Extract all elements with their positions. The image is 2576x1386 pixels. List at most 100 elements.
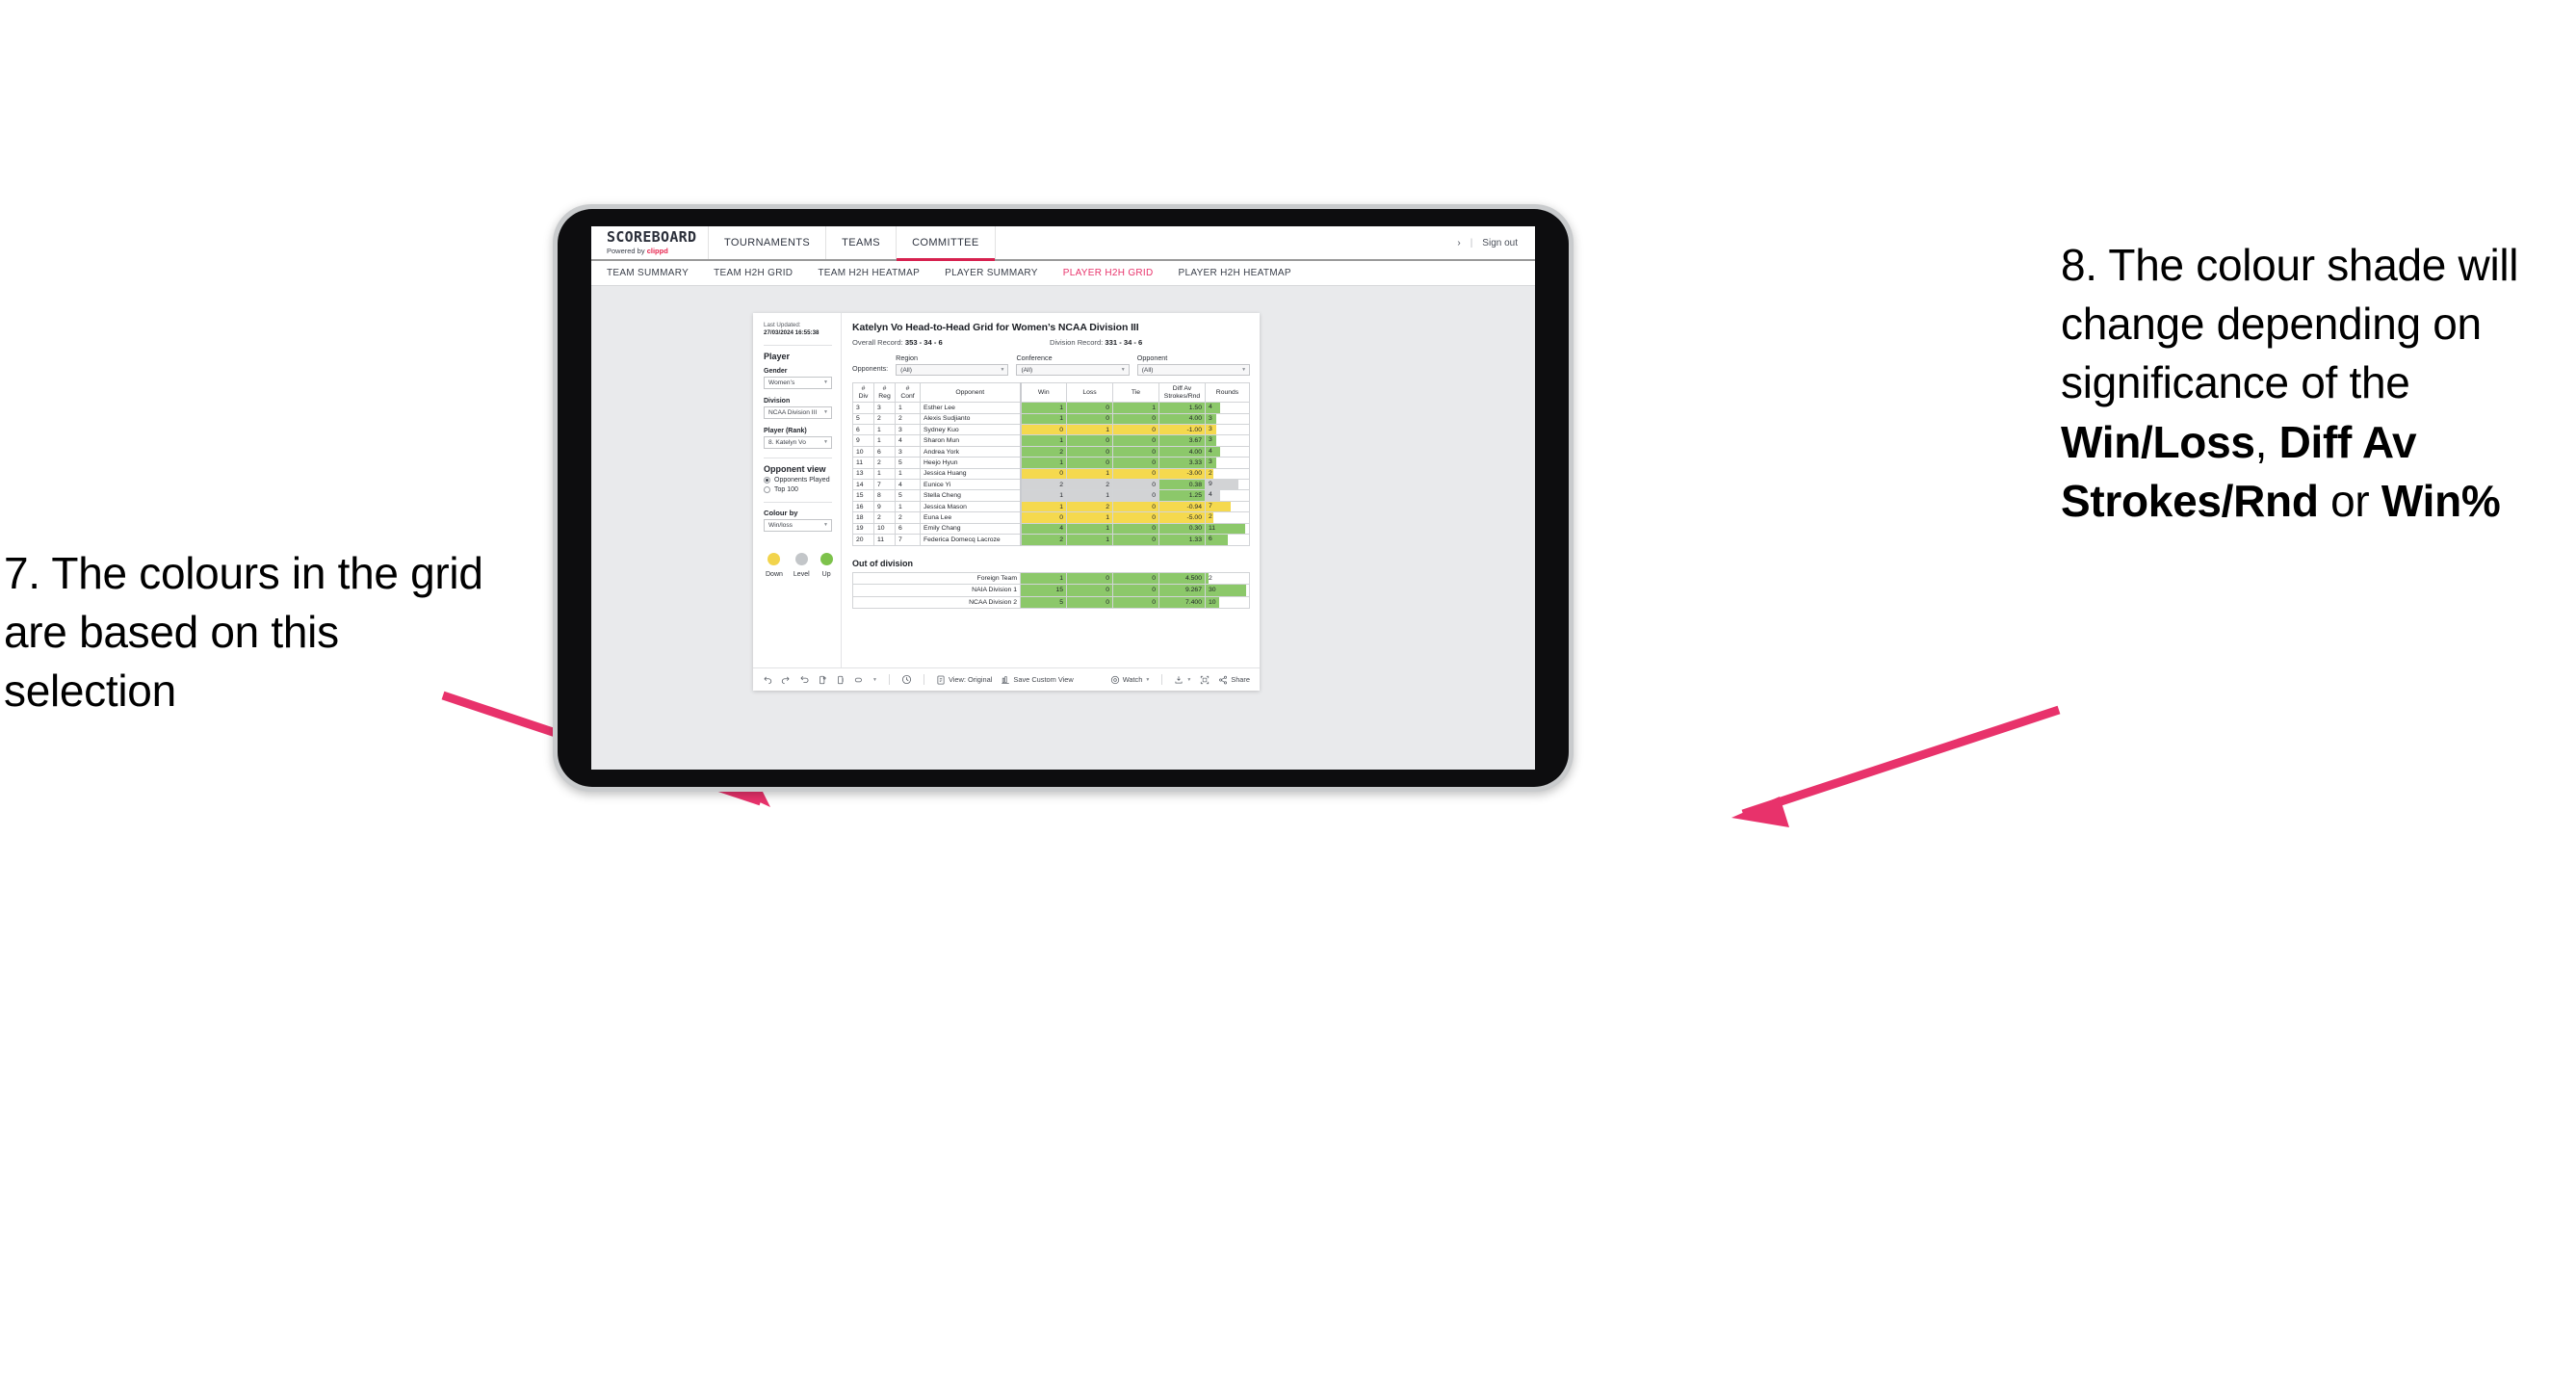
radio-top-100[interactable]: Top 100 — [764, 485, 832, 493]
last-updated-value: 27/03/2024 16:55:38 — [764, 329, 820, 337]
filters-panel: Last Updated: 27/03/2024 16:55:38 Player… — [753, 313, 842, 667]
cell-rounds: 3 — [1205, 434, 1250, 447]
tab-player-h2h-grid[interactable]: PLAYER H2H GRID — [1063, 268, 1154, 278]
cell-tie: 0 — [1112, 595, 1159, 610]
undo-icon[interactable] — [763, 675, 772, 685]
cell-conf: 3 — [895, 445, 921, 458]
cell-opponent: Andrea York — [920, 445, 1021, 458]
cell-rounds: 9 — [1205, 479, 1250, 491]
cell-div: 13 — [852, 467, 874, 481]
table-row[interactable]: 11 2 5 Heejo Hyun 1 0 0 3.33 3 — [852, 457, 1250, 469]
last-updated-block: Last Updated: 27/03/2024 16:55:38 — [764, 322, 832, 338]
share-button[interactable]: Share — [1218, 675, 1250, 685]
cell-conf: 3 — [895, 424, 921, 436]
legend-dot-up — [820, 552, 833, 565]
workbook-toolbar: ▼ View: Original Save Custom View Watch … — [753, 667, 1260, 691]
tab-player-summary[interactable]: PLAYER SUMMARY — [945, 268, 1038, 278]
cell-win: 1 — [1019, 402, 1067, 414]
topnav-item-teams[interactable]: TEAMS — [826, 226, 898, 259]
conference-label: Conference — [1016, 353, 1053, 362]
out-of-division-row[interactable]: Foreign Team 1 0 0 4.500 2 — [852, 571, 1250, 586]
region-select[interactable]: (All) ▼ — [896, 364, 1009, 376]
history-icon[interactable] — [901, 674, 912, 685]
tab-team-summary[interactable]: TEAM SUMMARY — [607, 268, 689, 278]
cell-loss: 1 — [1066, 467, 1113, 481]
watch-button[interactable]: Watch ▼ — [1110, 675, 1150, 685]
annotation-left-text: 7. The colours in the grid are based on … — [4, 548, 483, 717]
redo-icon[interactable] — [781, 675, 791, 685]
app-top-navigation: SCOREBOARD Powered by clippd TOURNAMENTS… — [591, 226, 1535, 261]
gender-label: Gender — [764, 367, 788, 375]
cell-win: 4 — [1019, 522, 1067, 536]
save-custom-view-label: Save Custom View — [1013, 675, 1074, 684]
highlight-icon[interactable] — [854, 675, 864, 685]
player-rank-filter-group: Player (Rank) 8. Katelyn Vo ▼ — [764, 428, 832, 449]
table-row[interactable]: 10 6 3 Andrea York 2 0 0 4.00 4 — [852, 445, 1250, 458]
table-row[interactable]: 20 11 7 Federica Domecq Lacroze 2 1 0 1.33 6 — [852, 534, 1250, 546]
gender-select[interactable]: Women’s ▼ — [764, 376, 832, 389]
conference-select[interactable]: (All) ▼ — [1016, 364, 1130, 376]
cell-diff: 3.67 — [1158, 434, 1206, 447]
cell-rounds: 2 — [1205, 467, 1250, 481]
legend-label-level: Level — [793, 570, 810, 578]
view-original-button[interactable]: View: Original — [936, 675, 992, 685]
cell-rounds: 4 — [1205, 402, 1250, 414]
out-of-division-row[interactable]: NAIA Division 1 15 0 0 9.267 30 — [852, 584, 1250, 597]
radio-opponents-played[interactable]: Opponents Played — [764, 476, 832, 484]
tab-player-h2h-heatmap[interactable]: PLAYER H2H HEATMAP — [1179, 268, 1291, 278]
topnav-item-committee[interactable]: COMMITTEE — [897, 226, 996, 261]
gender-filter-group: Gender Women’s ▼ — [764, 368, 832, 389]
revert-icon[interactable] — [799, 675, 809, 685]
cell-win: 5 — [1020, 595, 1067, 610]
cell-reg: 1 — [873, 424, 896, 436]
col-rounds: Rounds — [1205, 381, 1250, 404]
cell-win: 1 — [1019, 457, 1067, 469]
cell-rounds: 3 — [1205, 457, 1250, 469]
opponent-select[interactable]: (All) ▼ — [1136, 364, 1251, 376]
table-row[interactable]: 13 1 1 Jessica Huang 0 1 0 -3.00 2 — [852, 467, 1250, 481]
cell-diff: 3.33 — [1158, 457, 1206, 469]
cell-rounds: 2 — [1205, 511, 1250, 524]
save-custom-view-button[interactable]: Save Custom View — [1001, 675, 1074, 685]
table-row[interactable]: 5 2 2 Alexis Sudjianto 1 0 0 4.00 3 — [852, 412, 1250, 426]
table-row[interactable]: 14 7 4 Eunice Yi 2 2 0 0.38 9 — [852, 479, 1250, 491]
player-rank-select[interactable]: 8. Katelyn Vo ▼ — [764, 435, 832, 449]
cell-win: 0 — [1019, 424, 1067, 436]
table-row[interactable]: 15 8 5 Stella Cheng 1 1 0 1.25 4 — [852, 489, 1250, 502]
cell-conf: 1 — [895, 467, 921, 481]
cell-opponent: Esther Lee — [920, 402, 1021, 414]
table-row[interactable]: 18 2 2 Euna Lee 0 1 0 -5.00 2 — [852, 511, 1250, 524]
table-row[interactable]: 16 9 1 Jessica Mason 1 2 0 -0.94 7 — [852, 500, 1250, 513]
opponent-label: Opponent — [1136, 353, 1168, 362]
cell-div: 16 — [852, 500, 874, 513]
cell-opponent: Jessica Huang — [920, 467, 1021, 481]
cell-tie: 0 — [1112, 467, 1159, 481]
cell-loss: 0 — [1066, 402, 1113, 414]
download-button[interactable]: ▼ — [1174, 675, 1191, 685]
division-select[interactable]: NCAA Division III ▼ — [764, 405, 832, 419]
cell-div: 15 — [852, 489, 874, 502]
fullscreen-icon[interactable] — [1200, 675, 1210, 685]
out-of-division-row[interactable]: NCAA Division 2 5 0 0 7.400 10 — [852, 595, 1250, 610]
table-row[interactable]: 6 1 3 Sydney Kuo 0 1 0 -1.00 3 — [852, 424, 1250, 436]
topnav-item-tournaments[interactable]: TOURNAMENTS — [709, 226, 827, 259]
division-filter-group: Division NCAA Division III ▼ — [764, 398, 832, 419]
division-record-label: Division Record: — [1050, 338, 1104, 347]
sign-out-button[interactable]: Sign out — [1482, 238, 1518, 248]
table-row[interactable]: 3 3 1 Esther Lee 1 0 1 1.50 4 — [852, 402, 1250, 414]
tab-team-h2h-heatmap[interactable]: TEAM H2H HEATMAP — [818, 268, 920, 278]
cell-rounds: 2 — [1205, 571, 1250, 586]
table-row[interactable]: 19 10 6 Emily Chang 4 1 0 0.30 11 — [852, 522, 1250, 536]
colour-by-value: Win/loss — [768, 521, 793, 529]
chevron-right-icon[interactable]: › — [1457, 238, 1460, 248]
colour-by-select[interactable]: Win/loss ▼ — [764, 518, 832, 532]
tab-team-h2h-grid[interactable]: TEAM H2H GRID — [714, 268, 793, 278]
pause-updates-icon[interactable] — [836, 675, 846, 685]
region-value: (All) — [900, 366, 912, 374]
cell-opponent: Emily Chang — [920, 522, 1021, 536]
chevron-down-icon[interactable]: ▼ — [872, 677, 877, 683]
brand-logo[interactable]: SCOREBOARD Powered by clippd — [591, 226, 709, 259]
refresh-icon[interactable] — [818, 675, 827, 685]
table-row[interactable]: 9 1 4 Sharon Mun 1 0 0 3.67 3 — [852, 434, 1250, 447]
col-reg: # Reg — [873, 381, 896, 404]
